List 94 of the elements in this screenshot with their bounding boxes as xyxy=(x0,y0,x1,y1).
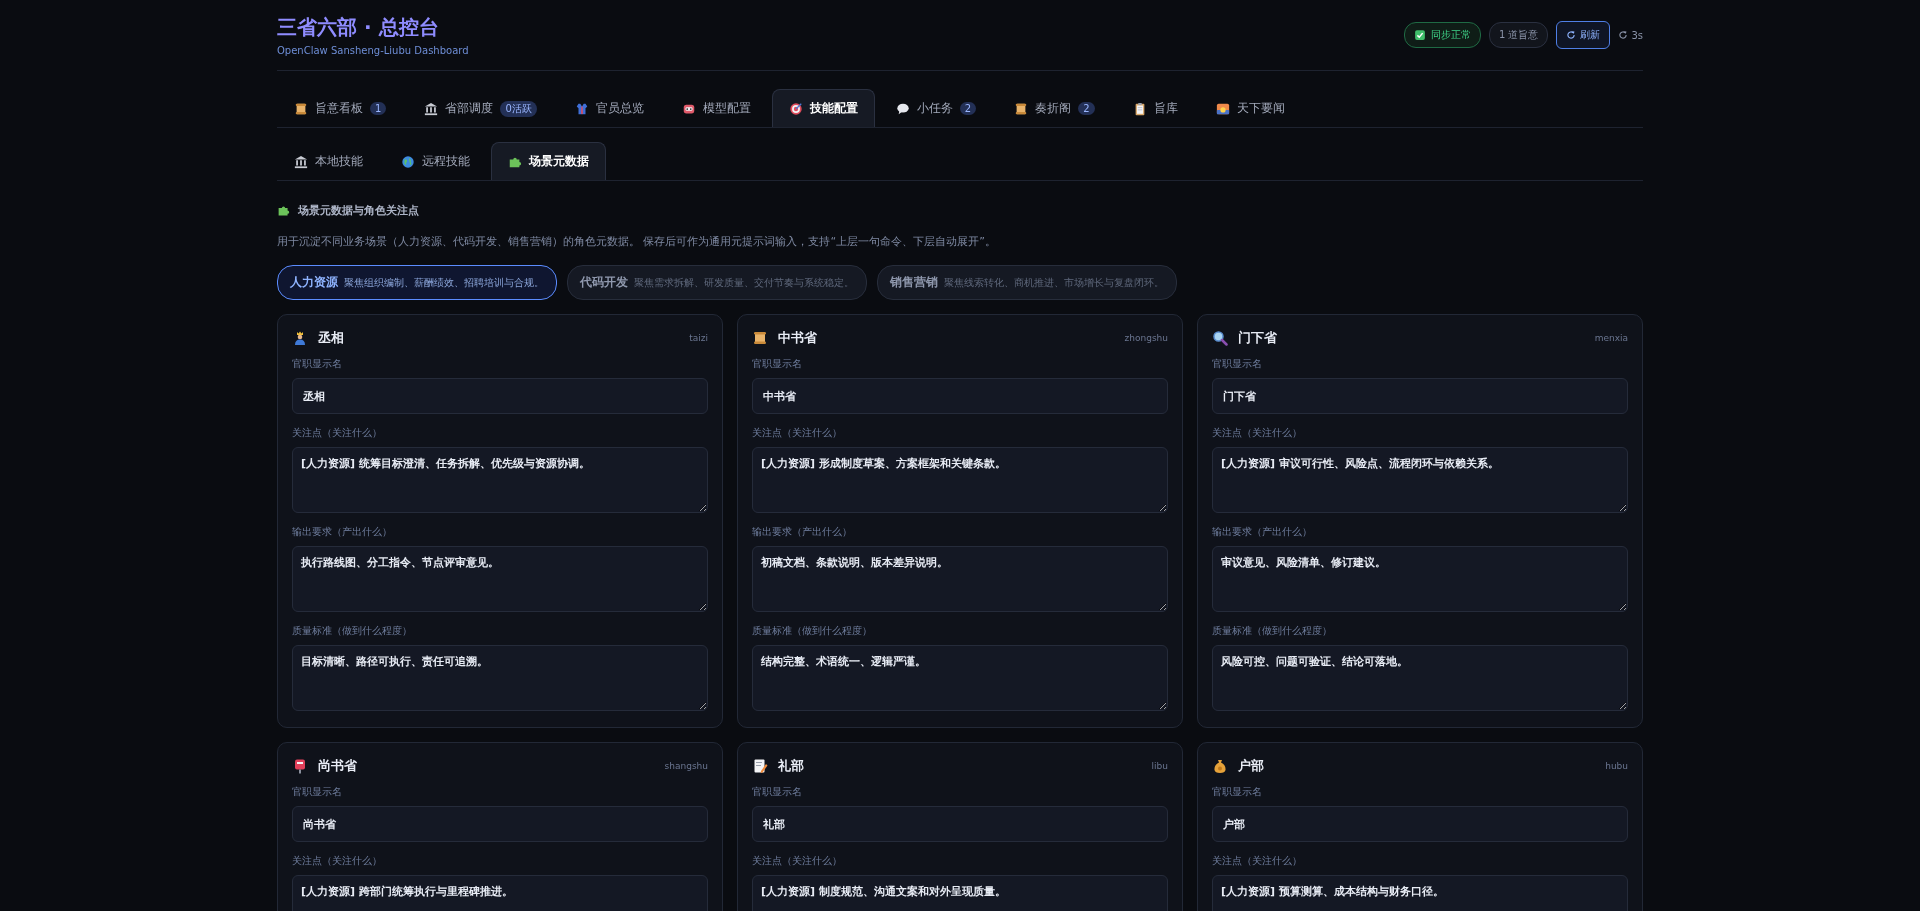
speech-bubble-icon xyxy=(895,101,910,116)
text-area[interactable]: [人力资源] 跨部门统筹执行与里程碑推进。 xyxy=(292,875,708,911)
section-title: 场景元数据与角色关注点 xyxy=(298,203,419,218)
puzzle-icon xyxy=(277,204,290,217)
scroll-icon xyxy=(752,330,768,346)
sync-status-badge: 同步正常 xyxy=(1403,22,1481,48)
tab[interactable]: 场景元数据 xyxy=(491,142,606,180)
scroll-icon xyxy=(1014,101,1029,116)
tab[interactable]: 天下要闻 xyxy=(1198,89,1302,127)
role-code: taizi xyxy=(689,333,708,343)
refresh-icon xyxy=(1618,30,1629,40)
role-code: zhongshu xyxy=(1124,333,1168,343)
count-badge: 0活跃 xyxy=(500,100,537,117)
role-code: libu xyxy=(1151,761,1168,771)
tab[interactable]: 小任务 2 xyxy=(878,89,994,127)
text-area[interactable]: [人力资源] 审议可行性、风险点、流程闭环与依赖关系。 xyxy=(1212,447,1628,513)
field-label: 质量标准（做到什么程度） xyxy=(752,624,873,638)
building-icon xyxy=(294,154,308,169)
section-description: 用于沉淀不同业务场景（人力资源、代码开发、销售营销）的角色元数据。 保存后可作为通用元提示词输入，支持“上层一句命令、下层自动展开”。 xyxy=(277,234,997,249)
field-label: 关注点（关注什么） xyxy=(1212,426,1303,440)
tab[interactable]: 奏折阁 2 xyxy=(997,89,1112,127)
text-area[interactable]: [人力资源] 预算测算、成本结构与财务口径。 xyxy=(1212,875,1628,911)
role-code: shangshu xyxy=(664,761,708,771)
refresh-interval: 3s xyxy=(1631,29,1643,41)
text-area[interactable]: 目标清晰、路径可执行、责任可追溯。 xyxy=(292,645,708,711)
text-area[interactable]: [人力资源] 形成制度草案、方案框架和关键条款。 xyxy=(752,447,1168,513)
tab[interactable]: 模型配置 xyxy=(664,89,768,127)
building-icon xyxy=(424,101,439,116)
target-icon xyxy=(788,101,803,116)
text-input[interactable]: 礼部 xyxy=(752,806,1168,842)
role-name: 礼部 xyxy=(778,757,805,775)
field-label: 关注点（关注什么） xyxy=(292,426,383,440)
field-label: 输出要求（产出什么） xyxy=(1212,525,1313,539)
field-label: 输出要求（产出什么） xyxy=(292,525,393,539)
tab[interactable]: 省部调度 0活跃 xyxy=(407,89,554,127)
field-label: 关注点（关注什么） xyxy=(1212,854,1303,868)
role-code: hubu xyxy=(1605,761,1628,771)
count-badge: 2 xyxy=(1078,102,1095,115)
decree-count-badge: 1 道旨意 xyxy=(1488,22,1549,48)
role-code: menxia xyxy=(1594,333,1628,343)
page-subtitle: OpenClaw Sansheng-Liubu Dashboard xyxy=(277,45,469,56)
text-area[interactable]: 风险可控、问题可验证、结论可落地。 xyxy=(1212,645,1628,711)
text-input[interactable]: 尚书省 xyxy=(292,806,708,842)
field-label: 官职显示名 xyxy=(752,785,803,799)
field-label: 输出要求（产出什么） xyxy=(752,525,853,539)
text-input[interactable]: 门下省 xyxy=(1212,378,1628,414)
role-name: 丞相 xyxy=(318,329,345,347)
tab[interactable]: 本地技能 xyxy=(277,142,380,180)
field-label: 关注点（关注什么） xyxy=(752,426,843,440)
role-name: 户部 xyxy=(1238,757,1265,775)
field-label: 质量标准（做到什么程度） xyxy=(292,624,413,638)
count-badge: 2 xyxy=(959,102,977,115)
role-name: 中书省 xyxy=(778,329,818,347)
text-area[interactable]: [人力资源] 统筹目标澄清、任务拆解、优先级与资源协调。 xyxy=(292,447,708,513)
tab[interactable]: 旨库 xyxy=(1115,89,1195,127)
scenario-chip[interactable]: 销售营销 聚焦线索转化、商机推进、市场增长与复盘闭环。 xyxy=(877,265,1177,300)
field-label: 官职显示名 xyxy=(292,785,343,799)
count-badge: 1 xyxy=(370,102,387,115)
money-bag-icon xyxy=(1212,758,1228,774)
text-input[interactable]: 户部 xyxy=(1212,806,1628,842)
role-name: 尚书省 xyxy=(318,757,358,775)
scenario-chip[interactable]: 人力资源 聚焦组织编制、薪酬绩效、招聘培训与合规。 xyxy=(277,265,557,300)
sunset-icon xyxy=(1215,101,1230,116)
field-label: 官职显示名 xyxy=(1212,785,1263,799)
text-area[interactable]: [人力资源] 制度规范、沟通文案和对外呈现质量。 xyxy=(752,875,1168,911)
mailbox-icon xyxy=(292,758,308,774)
role-name: 门下省 xyxy=(1238,329,1278,347)
tab[interactable]: 技能配置 xyxy=(771,89,875,127)
tab[interactable]: 旨意看板 1 xyxy=(277,89,404,127)
refresh-icon xyxy=(1566,30,1577,40)
refresh-button[interactable]: 刷新 xyxy=(1556,21,1611,49)
person-icon xyxy=(292,330,308,346)
globe-icon xyxy=(401,154,415,169)
text-input[interactable]: 中书省 xyxy=(752,378,1168,414)
page-title: 三省六部 · 总控台 xyxy=(277,14,440,41)
shirt-icon xyxy=(574,101,589,116)
scenario-chip[interactable]: 代码开发 聚焦需求拆解、研发质量、交付节奏与系统稳定。 xyxy=(567,265,867,300)
text-area[interactable]: 初稿文档、条款说明、版本差异说明。 xyxy=(752,546,1168,612)
text-area[interactable]: 结构完整、术语统一、逻辑严谨。 xyxy=(752,645,1168,711)
field-label: 官职显示名 xyxy=(292,357,343,371)
field-label: 关注点（关注什么） xyxy=(752,854,843,868)
scroll-icon xyxy=(294,101,308,116)
field-label: 质量标准（做到什么程度） xyxy=(1212,624,1333,638)
text-input[interactable]: 丞相 xyxy=(292,378,708,414)
check-icon xyxy=(1413,29,1426,41)
tab[interactable]: 远程技能 xyxy=(384,142,487,180)
memo-icon xyxy=(752,758,768,774)
text-area[interactable]: 审议意见、风险清单、修订建议。 xyxy=(1212,546,1628,612)
search-icon xyxy=(1212,330,1228,346)
field-label: 关注点（关注什么） xyxy=(292,854,383,868)
field-label: 官职显示名 xyxy=(752,357,803,371)
tab[interactable]: 官员总览 xyxy=(557,89,661,127)
field-label: 官职显示名 xyxy=(1212,357,1263,371)
text-area[interactable]: 执行路线图、分工指令、节点评审意见。 xyxy=(292,546,708,612)
